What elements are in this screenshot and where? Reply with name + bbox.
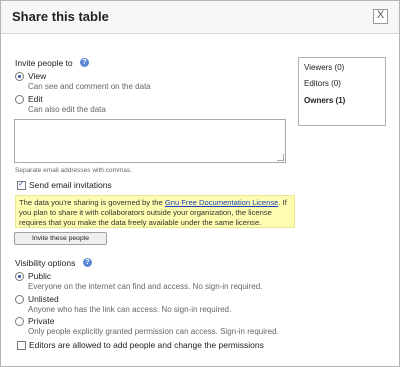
- invite-label: Invite people to: [15, 58, 73, 68]
- email-input[interactable]: [14, 119, 286, 163]
- option-private-label: Private: [28, 316, 55, 326]
- license-link[interactable]: Gnu Free Documentation License: [165, 198, 279, 207]
- option-unlisted-label: Unlisted: [28, 294, 59, 304]
- help-icon[interactable]: ?: [83, 258, 92, 267]
- dialog-header: Share this table X: [1, 1, 399, 34]
- invite-button[interactable]: Invite these people: [14, 232, 107, 245]
- help-icon[interactable]: ?: [80, 58, 89, 67]
- radio-public[interactable]: [15, 272, 24, 281]
- radio-view[interactable]: [15, 72, 24, 81]
- resize-grip-icon[interactable]: [277, 154, 284, 161]
- dialog-title: Share this table: [12, 9, 109, 24]
- email-hint: Separate email addresses with commas.: [15, 167, 133, 174]
- option-private-description: Only people explicitly granted permissio…: [28, 327, 279, 336]
- close-icon[interactable]: X: [373, 9, 388, 24]
- radio-unlisted[interactable]: [15, 295, 24, 304]
- send-email-checkbox[interactable]: [17, 179, 26, 190]
- license-notice-text: The data you're sharing is governed by t…: [19, 198, 291, 227]
- access-summary-panel: Viewers (0) Editors (0) Owners (1): [298, 57, 386, 126]
- option-view-description: Can see and comment on the data: [28, 82, 151, 91]
- option-public-description: Everyone on the internet can find and ac…: [28, 282, 263, 291]
- visibility-label: Visibility options: [15, 258, 76, 268]
- option-edit-label: Edit: [28, 94, 43, 104]
- owners-count[interactable]: Owners (1): [304, 96, 345, 105]
- notice-text-before: The data you're sharing is governed by t…: [19, 198, 165, 207]
- viewers-count[interactable]: Viewers (0): [304, 63, 344, 72]
- editors-permission-label: Editors are allowed to add people and ch…: [29, 340, 264, 350]
- option-public-label: Public: [28, 271, 52, 281]
- radio-private[interactable]: [15, 317, 24, 326]
- editors-count[interactable]: Editors (0): [304, 79, 341, 88]
- option-edit-description: Can also edit the data: [28, 105, 106, 114]
- send-email-label: Send email invitations: [29, 180, 112, 190]
- editors-permission-checkbox[interactable]: [17, 341, 26, 350]
- radio-edit[interactable]: [15, 95, 24, 104]
- share-dialog: Share this table X Invite people to ? Vi…: [0, 0, 400, 367]
- option-unlisted-description: Anyone who has the link can access. No s…: [28, 305, 232, 314]
- option-view-label: View: [28, 71, 47, 81]
- license-notice: The data you're sharing is governed by t…: [15, 195, 295, 228]
